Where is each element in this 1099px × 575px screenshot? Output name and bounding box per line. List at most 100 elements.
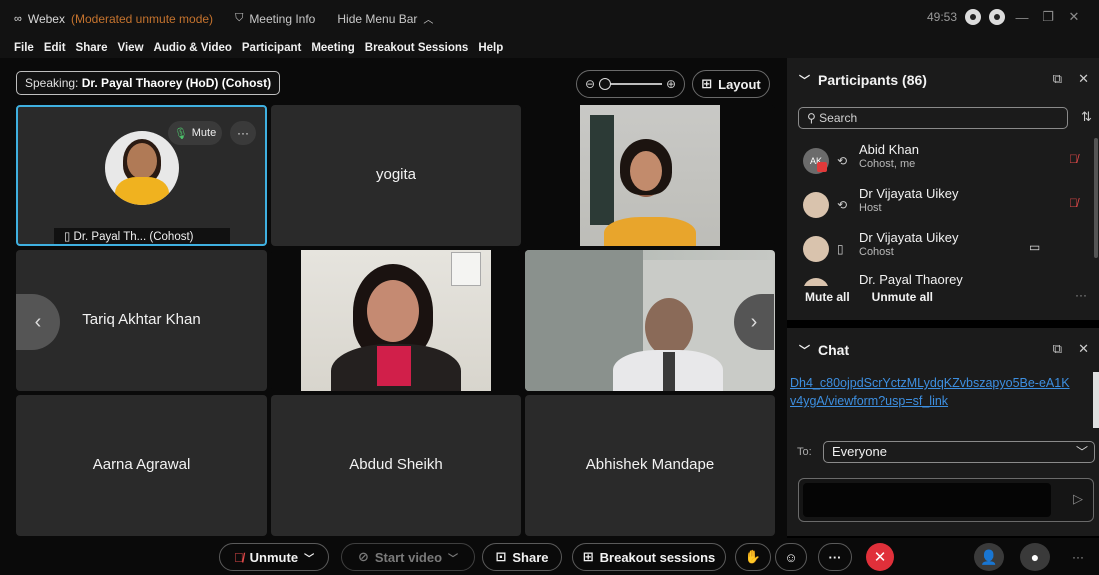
more-options-button[interactable]: ··· (818, 543, 852, 571)
network-status-icon[interactable] (989, 9, 1005, 25)
close-icon[interactable]: ✕ (1078, 71, 1089, 87)
menu-help[interactable]: Help (478, 42, 503, 54)
start-video-button[interactable]: ⊘ Start video ﹀ (341, 543, 475, 571)
sync-icon: ⟲ (837, 198, 848, 212)
zoom-slider-knob[interactable] (599, 78, 612, 90)
participants-toggle-button[interactable]: 👤 (974, 543, 1004, 571)
participant-video (580, 105, 720, 246)
participants-scrollbar[interactable] (1094, 138, 1098, 258)
chat-message-link[interactable]: Dh4_c80ojpdScrYctzMLydqKZvbszapyo5Be-eA1… (790, 374, 1070, 410)
chevron-down-icon[interactable]: ﹀ (799, 72, 810, 88)
avatar (803, 192, 829, 218)
video-tile[interactable] (525, 105, 775, 246)
mic-muted-icon[interactable]: 🎙̸ (1069, 196, 1078, 210)
close-icon: ✕ (873, 549, 887, 566)
video-tile[interactable]: Abhishek Mandape (525, 395, 775, 536)
tile-name-bar: ▯ Dr. Payal Th... (Cohost) (54, 228, 230, 244)
chat-panel-icons: ⧉ ✕ (1053, 341, 1089, 357)
zoom-in-icon[interactable]: ⊕ (666, 77, 676, 91)
video-tile-active-speaker[interactable]: 🎙 Mute ··· ▯ Dr. Payal Th... (Cohost) (16, 105, 267, 246)
participant-name: Dr Vijayata Uikey (859, 230, 959, 245)
video-tile[interactable]: Abdud Sheikh (271, 395, 521, 536)
participants-panel: ﹀ Participants (86) ⧉ ✕ ⚲ Search ⇅ AK ⟲ … (787, 58, 1099, 320)
participants-more-button[interactable]: ··· (1075, 288, 1087, 302)
participant-row[interactable]: Dr. Payal Thaorey (803, 272, 1083, 286)
chat-input-area[interactable] (803, 483, 1051, 517)
zoom-out-icon[interactable]: ⊖ (585, 77, 595, 91)
pop-out-icon[interactable]: ⧉ (1053, 341, 1062, 357)
chevron-down-icon[interactable]: ﹀ (799, 342, 810, 358)
tile-more-button[interactable]: ··· (230, 121, 256, 145)
unmute-button[interactable]: 🎙̸ Unmute ﹀ (219, 543, 329, 571)
menu-view[interactable]: View (118, 42, 144, 54)
video-tile[interactable] (271, 250, 521, 391)
video-tile[interactable]: Aarna Agrawal (16, 395, 267, 536)
participant-search-input[interactable]: ⚲ Search (798, 107, 1068, 129)
menu-share[interactable]: Share (76, 42, 108, 54)
zoom-control[interactable]: ⊖ ⊕ (576, 70, 685, 98)
speaking-name: Dr. Payal Thaorey (HoD) (Cohost) (81, 76, 272, 90)
camera-icon[interactable]: ▭ (1029, 240, 1040, 254)
record-status-icon[interactable] (965, 9, 981, 25)
grid-icon: ⊞ (701, 76, 713, 91)
share-button[interactable]: ⊡ Share (482, 543, 562, 571)
video-stage: Speaking: Dr. Payal Thaorey (HoD) (Cohos… (0, 58, 787, 538)
share-label: Share (512, 549, 549, 565)
participants-title: Participants (86) (818, 72, 927, 88)
menu-audio-video[interactable]: Audio & Video (154, 42, 232, 54)
raise-hand-button[interactable]: ✋ (735, 543, 771, 571)
hand-icon: ✋ (744, 549, 762, 564)
participants-icon: 👤 (980, 548, 998, 565)
camera-off-icon: ⊘ (357, 549, 369, 564)
chevron-left-icon: ‹ (34, 310, 42, 333)
participant-row[interactable]: ⟲ Dr Vijayata Uikey Host 🎙̸ (803, 186, 1083, 230)
smiley-icon: ☺ (784, 549, 798, 565)
bottom-more-button[interactable]: ··· (1072, 550, 1084, 564)
chat-header[interactable]: ﹀ Chat (799, 342, 849, 358)
minimize-icon[interactable]: — (1013, 10, 1031, 25)
breakout-sessions-button[interactable]: ⊞ Breakout sessions (572, 543, 726, 571)
title-left: ∞ Webex (Moderated unmute mode) ⛉ Meetin… (14, 11, 433, 27)
chevron-down-icon[interactable]: ﹀ (304, 550, 314, 565)
layout-button[interactable]: ⊞ Layout (692, 70, 770, 98)
menu-edit[interactable]: Edit (44, 42, 66, 54)
search-icon: ⚲ (807, 111, 816, 125)
chat-bubble-icon: ● (1030, 549, 1040, 565)
send-icon[interactable]: ▷ (1073, 491, 1083, 507)
chat-message-input[interactable]: ▷ (798, 478, 1094, 522)
participant-row[interactable]: AK ⟲ Abid Khan Cohost, me 🎙̸ (803, 142, 1083, 186)
window-close-icon[interactable]: ✕ (1065, 9, 1083, 25)
mute-all-button[interactable]: Mute all (805, 290, 850, 304)
mute-participant-button[interactable]: 🎙 Mute (168, 121, 222, 145)
sort-icon[interactable]: ⇅ (1081, 109, 1092, 125)
restore-icon[interactable]: ❐ (1039, 9, 1057, 25)
unmute-all-button[interactable]: Unmute all (872, 290, 933, 304)
reactions-button[interactable]: ☺ (775, 543, 807, 571)
phone-icon: ▯ (64, 231, 71, 243)
share-icon: ⊡ (495, 549, 507, 564)
end-meeting-button[interactable]: ✕ (866, 543, 894, 571)
menu-participant[interactable]: Participant (242, 42, 301, 54)
menu-file[interactable]: File (14, 42, 34, 54)
close-icon[interactable]: ✕ (1078, 341, 1089, 357)
chevron-up-icon[interactable]: ︿ (423, 11, 433, 26)
participant-row[interactable]: ▯ Dr Vijayata Uikey Cohost ▭ (803, 230, 1083, 274)
mic-muted-icon[interactable]: 🎙̸ (1069, 152, 1078, 166)
participants-header[interactable]: ﹀ Participants (86) (799, 72, 927, 88)
search-placeholder: Search (819, 111, 858, 125)
zoom-slider[interactable] (599, 78, 662, 90)
pop-out-icon[interactable]: ⧉ (1053, 71, 1062, 87)
breakout-label: Breakout sessions (599, 549, 716, 565)
chat-recipient-select[interactable]: Everyone ﹀ (823, 441, 1095, 463)
meeting-info-button[interactable]: Meeting Info (249, 12, 315, 26)
chevron-down-icon[interactable]: ﹀ (448, 550, 458, 565)
breakout-icon: ⊞ (582, 549, 594, 564)
participant-role: Host (859, 202, 882, 214)
hide-menu-bar-button[interactable]: Hide Menu Bar (337, 12, 417, 26)
menu-breakout-sessions[interactable]: Breakout Sessions (365, 42, 469, 54)
menu-meeting[interactable]: Meeting (311, 42, 354, 54)
video-tile[interactable]: yogita (271, 105, 521, 246)
title-bar: ∞ Webex (Moderated unmute mode) ⛉ Meetin… (0, 0, 1099, 38)
chat-toggle-button[interactable]: ● (1020, 543, 1050, 571)
mute-label: Mute (191, 127, 217, 139)
